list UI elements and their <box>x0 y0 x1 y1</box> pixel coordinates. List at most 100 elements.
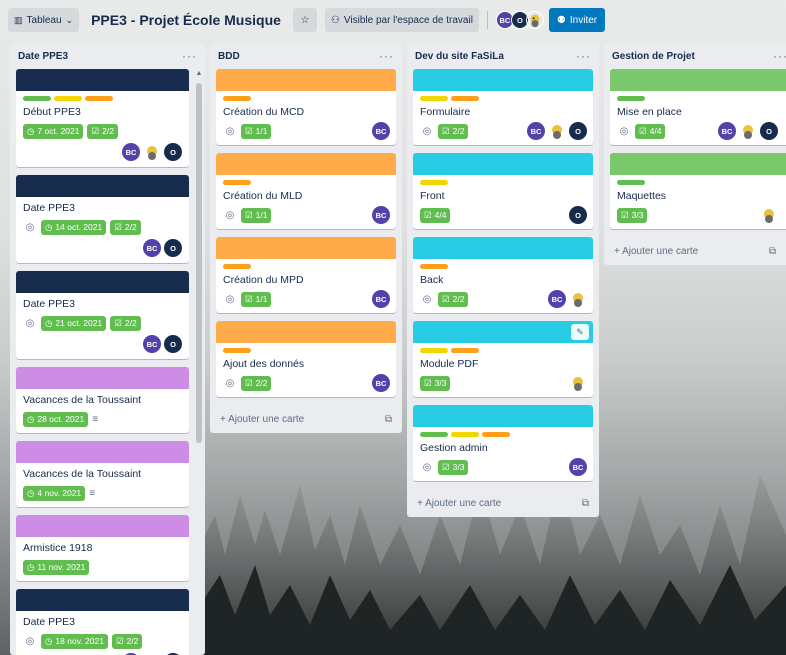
card-title: Création du MPD <box>223 274 304 286</box>
due-date-text: 14 oct. 2021 <box>55 222 103 232</box>
add-card-button[interactable]: + Ajouter une carte ⧉ <box>210 405 402 433</box>
card-cover <box>413 237 593 259</box>
list-date-ppe3: Date PPE3 ··· ▲ Début PPE3 ◷ 7 oct. 2021 … <box>10 43 205 655</box>
card-date-ppe3[interactable]: Date PPE3 ◎ ◷ 14 oct. 2021 ☑ 2/2 BC O <box>16 175 189 263</box>
list-menu-icon[interactable]: ··· <box>182 49 197 63</box>
checklist-count: 1/1 <box>255 294 268 304</box>
card-vacances-toussaint[interactable]: Vacances de la Toussaint ◷ 28 oct. 2021 ≡ <box>16 367 189 433</box>
card-template-icon[interactable]: ⧉ <box>582 498 589 509</box>
card-date-ppe3[interactable]: Date PPE3 ◎ ◷ 21 oct. 2021 ☑ 2/2 BC O <box>16 271 189 359</box>
card-vacances-toussaint[interactable]: Vacances de la Toussaint ◷ 4 nov. 2021 ≡ <box>16 441 189 507</box>
list-title[interactable]: Dev du site FaSiLa <box>415 51 504 62</box>
card-maquettes[interactable]: Maquettes ☑ 3/3 <box>610 153 786 229</box>
card-title: Début PPE3 <box>23 106 81 118</box>
avatar-bc[interactable]: BC <box>143 335 161 353</box>
visibility-button[interactable]: ⚇ Visible par l'espace de travail <box>324 8 479 32</box>
card-formulaire[interactable]: Formulaire ◎ ☑ 2/2 BC O <box>413 69 593 145</box>
add-card-button[interactable]: + Ajouter une carte ⧉ <box>604 237 786 265</box>
avatar-chick[interactable] <box>143 143 161 161</box>
avatar-chick[interactable] <box>548 122 566 140</box>
list-title[interactable]: BDD <box>218 51 240 62</box>
card-module-pdf[interactable]: ✎ Module PDF ☑ 3/3 <box>413 321 593 397</box>
chick-avatar-icon <box>764 209 774 223</box>
list-dev-site-fasila: Dev du site FaSiLa ··· Formulaire ◎ ☑ 2/2… <box>407 43 599 517</box>
list-title[interactable]: Gestion de Projet <box>612 51 695 62</box>
card-cover <box>610 153 786 175</box>
avatar-o[interactable]: O <box>164 335 182 353</box>
card-creation-mcd[interactable]: Création du MCD ◎ ☑ 1/1 BC <box>216 69 396 145</box>
avatar-o[interactable]: O <box>164 239 182 257</box>
checklist-count: 4/4 <box>434 210 447 220</box>
card-creation-mpd[interactable]: Création du MPD ◎ ☑ 1/1 BC <box>216 237 396 313</box>
card-back[interactable]: Back ◎ ☑ 2/2 BC <box>413 237 593 313</box>
avatar-o[interactable]: O <box>760 122 778 140</box>
due-date-text: 21 oct. 2021 <box>55 318 103 328</box>
avatar-bc[interactable]: BC <box>143 239 161 257</box>
avatar-chick[interactable] <box>525 11 544 29</box>
avatar-chick[interactable] <box>760 206 778 224</box>
star-button[interactable]: ☆ <box>292 8 317 32</box>
invite-button[interactable]: ⚉ Inviter <box>548 8 606 32</box>
edit-pencil-icon[interactable]: ✎ <box>571 324 589 340</box>
checklist-badge: ☑ 3/3 <box>420 375 451 391</box>
card-gestion-admin[interactable]: Gestion admin ◎ ☑ 3/3 BC <box>413 405 593 481</box>
watching-icon: ◎ <box>25 221 35 233</box>
checklist-count: 2/2 <box>452 294 465 304</box>
avatar-bc[interactable]: BC <box>372 374 390 392</box>
avatar-chick[interactable] <box>739 122 757 140</box>
scroll-thumb[interactable] <box>196 83 202 443</box>
label-green <box>617 180 645 185</box>
list-title[interactable]: Date PPE3 <box>18 51 68 62</box>
card-ajout-donnes[interactable]: Ajout des donnés ◎ ☑ 2/2 BC <box>216 321 396 397</box>
checklist-icon: ☑ <box>424 209 432 220</box>
board-view-icon: ▥ <box>14 14 23 25</box>
label-yellow <box>54 96 82 101</box>
chick-avatar-icon <box>147 146 157 160</box>
avatar-chick[interactable] <box>569 374 587 392</box>
card-members <box>569 374 587 392</box>
card-mise-en-place[interactable]: Mise en place ◎ ☑ 4/4 BC O <box>610 69 786 145</box>
avatar-bc[interactable]: BC <box>372 290 390 308</box>
card-creation-mld[interactable]: Création du MLD ◎ ☑ 1/1 BC <box>216 153 396 229</box>
due-date-badge[interactable]: ◷ 4 nov. 2021 <box>23 485 86 501</box>
avatar-o[interactable]: O <box>164 143 182 161</box>
avatar-bc[interactable]: BC <box>718 122 736 140</box>
due-date-badge[interactable]: ◷ 18 nov. 2021 <box>41 633 108 649</box>
avatar-bc[interactable]: BC <box>372 122 390 140</box>
avatar-o[interactable]: O <box>569 122 587 140</box>
due-date-badge[interactable]: ◷ 21 oct. 2021 <box>41 315 107 331</box>
card-cover <box>610 69 786 91</box>
avatar-bc[interactable]: BC <box>372 206 390 224</box>
card-title: Date PPE3 <box>23 616 75 628</box>
card-front[interactable]: Front ☑ 4/4 O <box>413 153 593 229</box>
card-template-icon[interactable]: ⧉ <box>385 414 392 425</box>
list-menu-icon[interactable]: ··· <box>379 49 394 63</box>
add-card-button[interactable]: + Ajouter une carte ⧉ <box>407 489 599 517</box>
label-yellow <box>420 180 448 185</box>
view-switcher-button[interactable]: ▥ Tableau ⌄ <box>8 8 80 32</box>
avatar-bc[interactable]: BC <box>548 290 566 308</box>
due-date-badge[interactable]: ◷ 11 nov. 2021 <box>23 559 90 575</box>
card-members: BC <box>372 374 390 392</box>
checklist-count: 3/3 <box>434 378 447 388</box>
avatar-chick[interactable] <box>569 290 587 308</box>
due-date-badge[interactable]: ◷ 28 oct. 2021 <box>23 411 89 427</box>
avatar-o[interactable]: O <box>569 206 587 224</box>
card-members: BC <box>372 206 390 224</box>
list-menu-icon[interactable]: ··· <box>773 49 786 63</box>
avatar-bc[interactable]: BC <box>122 143 140 161</box>
card-date-ppe3[interactable]: Date PPE3 ◎ ◷18 nov. 2021 ☑2/2 BC O <box>16 589 189 655</box>
card-template-icon[interactable]: ⧉ <box>769 246 776 257</box>
list-scrollbar[interactable]: ▲ <box>195 69 203 655</box>
watching-icon: ◎ <box>422 293 432 305</box>
card-armistice-1918[interactable]: Armistice 1918 ◷ 11 nov. 2021 <box>16 515 189 581</box>
scroll-up-icon[interactable]: ▲ <box>195 69 203 79</box>
card-debut-ppe3[interactable]: Début PPE3 ◷ 7 oct. 2021 ☑ 2/2 BC O <box>16 69 189 167</box>
avatar-bc[interactable]: BC <box>569 458 587 476</box>
board-title[interactable]: PPE3 - Projet École Musique <box>87 12 285 28</box>
avatar-bc[interactable]: BC <box>527 122 545 140</box>
checklist-icon: ☑ <box>114 221 122 232</box>
due-date-badge[interactable]: ◷ 7 oct. 2021 <box>23 123 84 139</box>
list-menu-icon[interactable]: ··· <box>576 49 591 63</box>
due-date-badge[interactable]: ◷ 14 oct. 2021 <box>41 219 107 235</box>
